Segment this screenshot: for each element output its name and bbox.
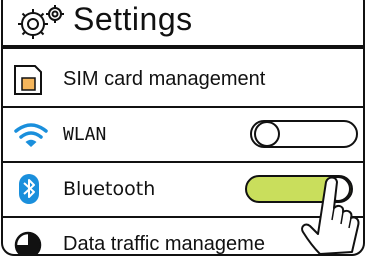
wifi-icon [14,123,48,147]
sim-card-label: SIM card management [63,68,266,90]
list-item-wlan[interactable]: WLAN [3,108,363,161]
toggle-knob [254,121,280,147]
list-item-sim-card-management[interactable]: SIM card management [3,53,363,106]
bluetooth-icon [19,174,39,204]
wlan-toggle[interactable] [250,120,358,148]
pie-chart-icon [14,231,42,254]
settings-header: Settings [3,0,363,48]
bluetooth-label: Bluetooth [63,178,156,200]
header-divider [3,45,363,49]
gear-icon [18,5,64,39]
data-traffic-label: Data traffic manageme [63,233,265,255]
sim-card-icon [14,65,42,95]
page-title: Settings [73,1,193,37]
wlan-label: WLAN [63,124,107,145]
pointer-hand-icon [301,176,360,255]
